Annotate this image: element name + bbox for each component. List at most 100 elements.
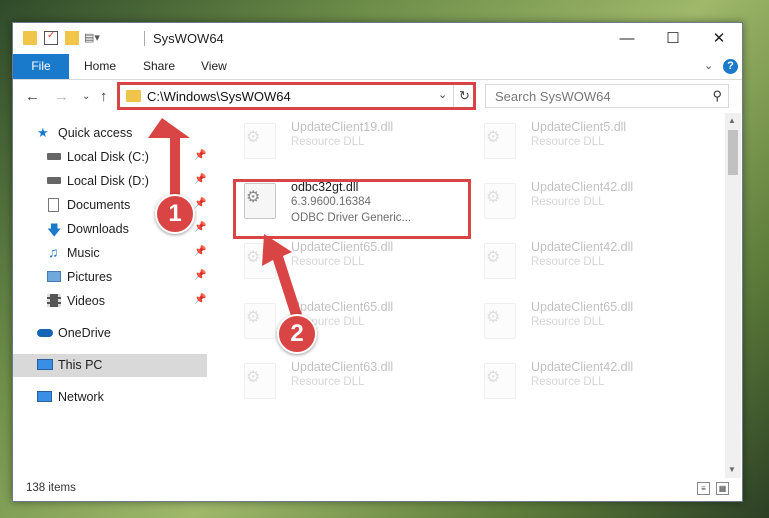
sidebar-item-label: Downloads (67, 222, 129, 236)
close-button[interactable]: ✕ (696, 23, 742, 54)
file-type: Resource DLL (531, 136, 605, 148)
tab-share[interactable]: Share (143, 54, 175, 79)
file-name: UpdateClient65.dll (291, 240, 394, 254)
file-list: ⚙ UpdateClient19.dll Resource DLL ⚙ odbc… (224, 113, 724, 478)
tab-home[interactable]: Home (84, 54, 116, 79)
sidebar-item-videos[interactable]: Videos 📌 (13, 290, 207, 313)
scroll-up-icon[interactable]: ▲ (728, 116, 736, 125)
search-icon[interactable]: ⚲ (712, 88, 722, 104)
new-folder-icon[interactable] (65, 31, 79, 45)
expand-ribbon-icon[interactable]: ⌄ (704, 59, 713, 72)
sidebar-item-label: OneDrive (58, 326, 111, 340)
file-name: UpdateClient42.dll (531, 360, 634, 374)
file-item[interactable]: ⚙ UpdateClient65.dll Resource DLL (234, 236, 454, 288)
address-highlight (117, 82, 476, 110)
title-separator (144, 31, 145, 46)
videos-icon (47, 294, 61, 307)
item-count: 138 items (26, 482, 76, 494)
sidebar-item-quick-access[interactable]: ★ Quick access (13, 122, 207, 145)
explorer-window: ✓ ▤▾ SysWOW64 — ☐ ✕ File Home Share View… (12, 22, 743, 502)
tab-file[interactable]: File (13, 54, 69, 79)
cloud-icon (37, 329, 53, 337)
sidebar-item-label: Network (58, 390, 104, 404)
file-type: Resource DLL (291, 256, 365, 268)
file-item[interactable]: ⚙ UpdateClient63.dll Resource DLL (234, 356, 454, 408)
step-badge-2: 2 (277, 314, 317, 354)
file-item[interactable]: ⚙ UpdateClient19.dll Resource DLL (234, 116, 454, 168)
file-name: UpdateClient5.dll (531, 120, 627, 134)
status-bar: 138 items ≡ ▦ (13, 478, 742, 501)
network-icon (37, 391, 52, 402)
up-button[interactable]: ↑ (100, 88, 108, 105)
customize-toolbar-icon[interactable]: ▤▾ (84, 31, 100, 45)
sidebar-item-label: Local Disk (C:) (67, 150, 149, 164)
computer-icon (37, 359, 53, 370)
scroll-down-icon[interactable]: ▼ (728, 465, 736, 474)
sidebar-item-network[interactable]: Network (13, 386, 207, 409)
minimize-button[interactable]: — (604, 23, 650, 54)
title-bar: ✓ ▤▾ SysWOW64 — ☐ ✕ (13, 23, 742, 54)
file-item[interactable]: ⚙ UpdateClient65.dll Resource DLL (234, 296, 454, 348)
large-icons-view-icon[interactable]: ▦ (716, 482, 729, 495)
sidebar-item-local-disk-d[interactable]: Local Disk (D:) 📌 (13, 170, 207, 193)
documents-icon (48, 198, 59, 212)
file-item[interactable]: ⚙ UpdateClient42.dll Resource DLL (474, 176, 694, 228)
sidebar-item-label: Videos (67, 294, 105, 308)
address-row: ← → ⌄ ↑ C:\Windows\SysWOW64 ⌄ ↻ Search S… (13, 80, 742, 113)
file-name: UpdateClient65.dll (531, 300, 634, 314)
gear-icon: ⚙ (246, 309, 261, 326)
recent-locations-button[interactable]: ⌄ (82, 91, 90, 102)
search-box[interactable]: Search SysWOW64 ⚲ (485, 84, 729, 108)
step-badge-1: 1 (155, 194, 195, 234)
sidebar-item-label: Documents (67, 198, 131, 212)
pin-icon[interactable]: 📌 (194, 150, 206, 161)
properties-icon[interactable]: ✓ (44, 30, 58, 45)
maximize-button[interactable]: ☐ (650, 23, 696, 54)
file-highlight (233, 179, 471, 239)
scroll-thumb[interactable] (728, 130, 738, 175)
vertical-scrollbar[interactable]: ▲ ▼ (725, 113, 741, 478)
window-title: SysWOW64 (153, 31, 224, 46)
pin-icon[interactable]: 📌 (194, 198, 206, 209)
sidebar-item-local-disk-c[interactable]: Local Disk (C:) 📌 (13, 146, 207, 169)
sidebar-item-onedrive[interactable]: OneDrive (13, 322, 207, 345)
file-item[interactable]: ⚙ UpdateClient5.dll Resource DLL (474, 116, 694, 168)
sidebar-item-label: Local Disk (D:) (67, 174, 149, 188)
gear-icon: ⚙ (246, 129, 261, 146)
file-type: Resource DLL (291, 376, 365, 388)
star-icon: ★ (37, 125, 49, 140)
sidebar-item-label: Pictures (67, 270, 113, 284)
file-item[interactable]: ⚙ UpdateClient42.dll Resource DLL (474, 236, 694, 288)
pin-icon[interactable]: 📌 (194, 222, 206, 233)
gear-icon: ⚙ (486, 309, 501, 326)
gear-icon: ⚙ (246, 249, 261, 266)
gear-icon: ⚙ (486, 369, 501, 386)
drive-icon (47, 153, 61, 160)
music-icon: ♫ (48, 244, 59, 260)
tab-view[interactable]: View (201, 54, 227, 79)
pin-icon[interactable]: 📌 (194, 174, 206, 185)
sidebar-item-this-pc[interactable]: This PC (13, 354, 207, 377)
sidebar-item-label: Quick access (58, 126, 133, 140)
file-type: Resource DLL (531, 196, 605, 208)
file-name: UpdateClient19.dll (291, 120, 394, 134)
drive-icon (47, 177, 61, 184)
gear-icon: ⚙ (486, 189, 501, 206)
file-item[interactable]: ⚙ UpdateClient42.dll Resource DLL (474, 356, 694, 408)
gear-icon: ⚙ (486, 129, 501, 146)
pin-icon[interactable]: 📌 (194, 246, 206, 257)
back-button[interactable]: ← (25, 88, 40, 105)
gear-icon: ⚙ (486, 249, 501, 266)
details-view-icon[interactable]: ≡ (697, 482, 710, 495)
sidebar-item-music[interactable]: ♫ Music 📌 (13, 242, 207, 265)
forward-button[interactable]: → (54, 88, 69, 105)
file-item[interactable]: ⚙ UpdateClient65.dll Resource DLL (474, 296, 694, 348)
search-input[interactable]: Search SysWOW64 (495, 89, 611, 104)
folder-icon[interactable] (23, 31, 37, 45)
file-type: Resource DLL (291, 136, 365, 148)
pin-icon[interactable]: 📌 (194, 270, 206, 281)
sidebar-item-label: This PC (58, 358, 103, 372)
sidebar-item-pictures[interactable]: Pictures 📌 (13, 266, 207, 289)
pin-icon[interactable]: 📌 (194, 294, 206, 305)
help-button[interactable]: ? (723, 59, 738, 74)
